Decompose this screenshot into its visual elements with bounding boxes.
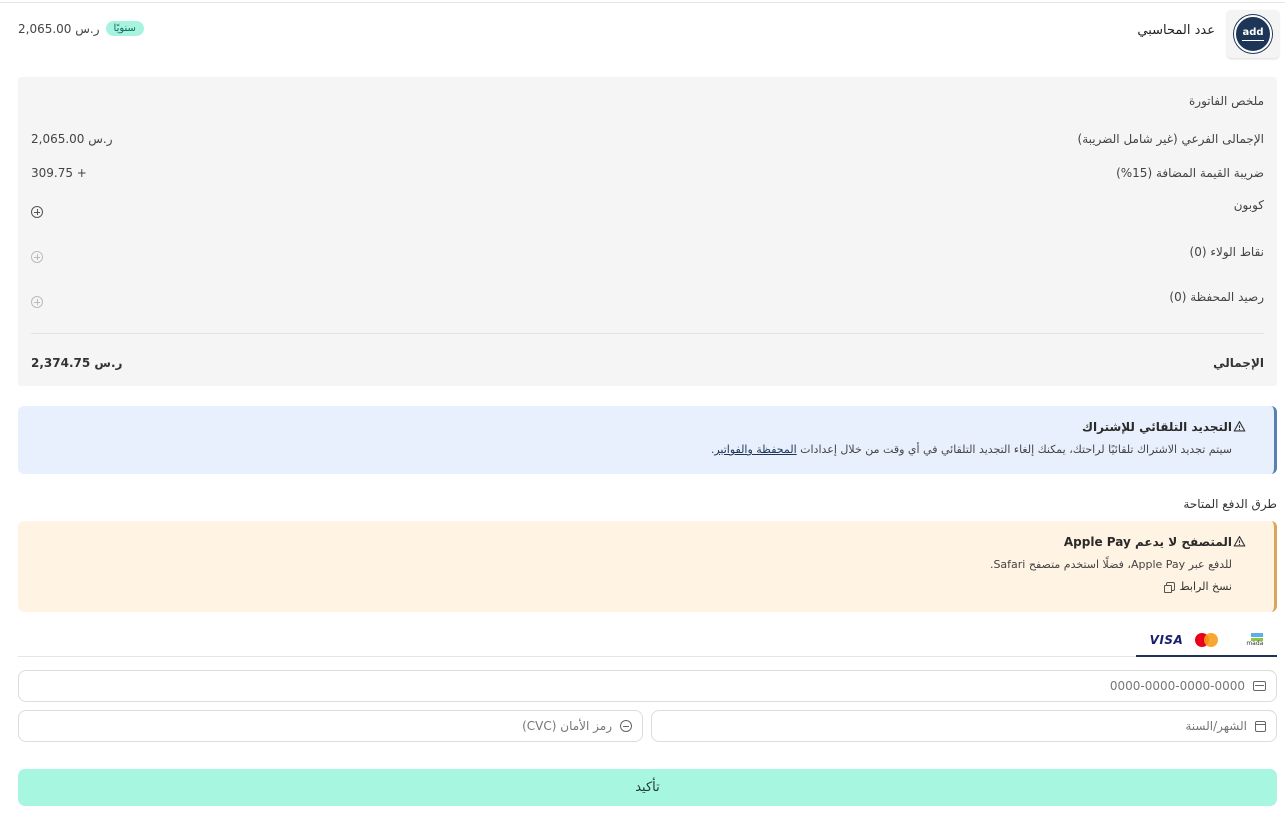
plan-price-group: سنويًا 2,065.00 ر.س (18, 21, 144, 36)
subtotal-value: 2,065.00 ر.س (31, 132, 113, 146)
payment-tabs-divider (18, 656, 1277, 657)
add-coupon-icon[interactable] (31, 206, 43, 218)
invoice-summary: ملخص الفاتورة الإجمالى الفرعي (غير شامل … (18, 77, 1277, 386)
cvc-input[interactable]: رمز الأمان (CVC) (18, 710, 643, 742)
product-logo: add (1227, 10, 1279, 58)
auto-renew-text: سيتم تجديد الاشتراك تلقائيًا لراحتك، يمك… (710, 443, 1232, 456)
mastercard-icon (1195, 632, 1219, 647)
billing-period-badge: سنويًا (105, 21, 144, 36)
warning-icon (1233, 421, 1246, 432)
auto-renew-title: التجديد التلقائي للإشتراك (1082, 420, 1232, 434)
wallet-invoices-link[interactable]: المحفظة والفواتير (714, 443, 796, 456)
tab-card-payment[interactable]: mada VISA (1136, 624, 1277, 657)
applepay-warning-title: المتصفح لا يدعم Apple Pay (1063, 535, 1232, 549)
plan-header: add عدد المحاسبي سنويًا 2,065.00 ر.س (18, 10, 1279, 60)
coupon-row: كوبون (31, 198, 1264, 218)
expiry-placeholder: الشهر/السنة (1185, 719, 1247, 733)
add-wallet-icon[interactable] (31, 296, 43, 308)
subtotal-label: الإجمالى الفرعي (غير شامل الضريبة) (1077, 132, 1264, 146)
copy-link-button[interactable]: نسخ الرابط (18, 580, 1232, 593)
plan-price: 2,065.00 ر.س (18, 21, 100, 36)
total-label: الإجمالي (1213, 356, 1264, 370)
top-divider (0, 2, 1285, 3)
warning-icon (1233, 536, 1246, 547)
confirm-button[interactable]: تأكيد (18, 769, 1277, 806)
total-value: 2,374.75 ر.س (31, 356, 123, 370)
total-row: الإجمالي 2,374.75 ر.س (31, 356, 1264, 370)
coupon-label: كوبون (1233, 198, 1264, 212)
loyalty-row: نقاط الولاء (0) (31, 245, 1264, 263)
card-number-placeholder: 0000-0000-0000-0000 (1109, 679, 1245, 693)
vat-value: 309.75 + (31, 166, 87, 180)
cvc-icon (620, 720, 632, 732)
credit-card-icon (1253, 681, 1266, 691)
auto-renew-alert: التجديد التلقائي للإشتراك سيتم تجديد الا… (18, 406, 1277, 474)
add-loyalty-icon[interactable] (31, 251, 43, 263)
copy-link-label: نسخ الرابط (1179, 580, 1232, 593)
card-number-input[interactable]: 0000-0000-0000-0000 (18, 670, 1277, 702)
payment-methods-title: طرق الدفع المتاحة (1183, 497, 1277, 511)
calendar-icon (1255, 720, 1266, 732)
wallet-row: رصيد المحفظة (0) (31, 290, 1264, 308)
expiry-input[interactable]: الشهر/السنة (651, 710, 1277, 742)
visa-icon: VISA (1149, 632, 1184, 647)
logo-mark: add (1234, 15, 1272, 53)
summary-divider (31, 333, 1264, 334)
mada-icon: mada (1231, 632, 1264, 647)
loyalty-label: نقاط الولاء (0) (1189, 245, 1264, 259)
subtotal-row: الإجمالى الفرعي (غير شامل الضريبة) 2,065… (31, 132, 1264, 146)
vat-row: ضريبة القيمة المضافة (15%) 309.75 + (31, 166, 1264, 180)
cvc-placeholder: رمز الأمان (CVC) (522, 719, 612, 733)
copy-icon (1164, 582, 1176, 593)
logo-text: add (1242, 26, 1264, 38)
invoice-summary-title: ملخص الفاتورة (1189, 94, 1264, 108)
applepay-warning-alert: المتصفح لا يدعم Apple Pay للدفع عبر Appl… (18, 521, 1277, 612)
product-name: عدد المحاسبي (1137, 23, 1215, 38)
applepay-warning-text: للدفع عبر Apple Pay، فضلًا استخدم متصفح … (989, 558, 1232, 571)
vat-label: ضريبة القيمة المضافة (15%) (1116, 166, 1264, 180)
wallet-label: رصيد المحفظة (0) (1169, 290, 1264, 304)
